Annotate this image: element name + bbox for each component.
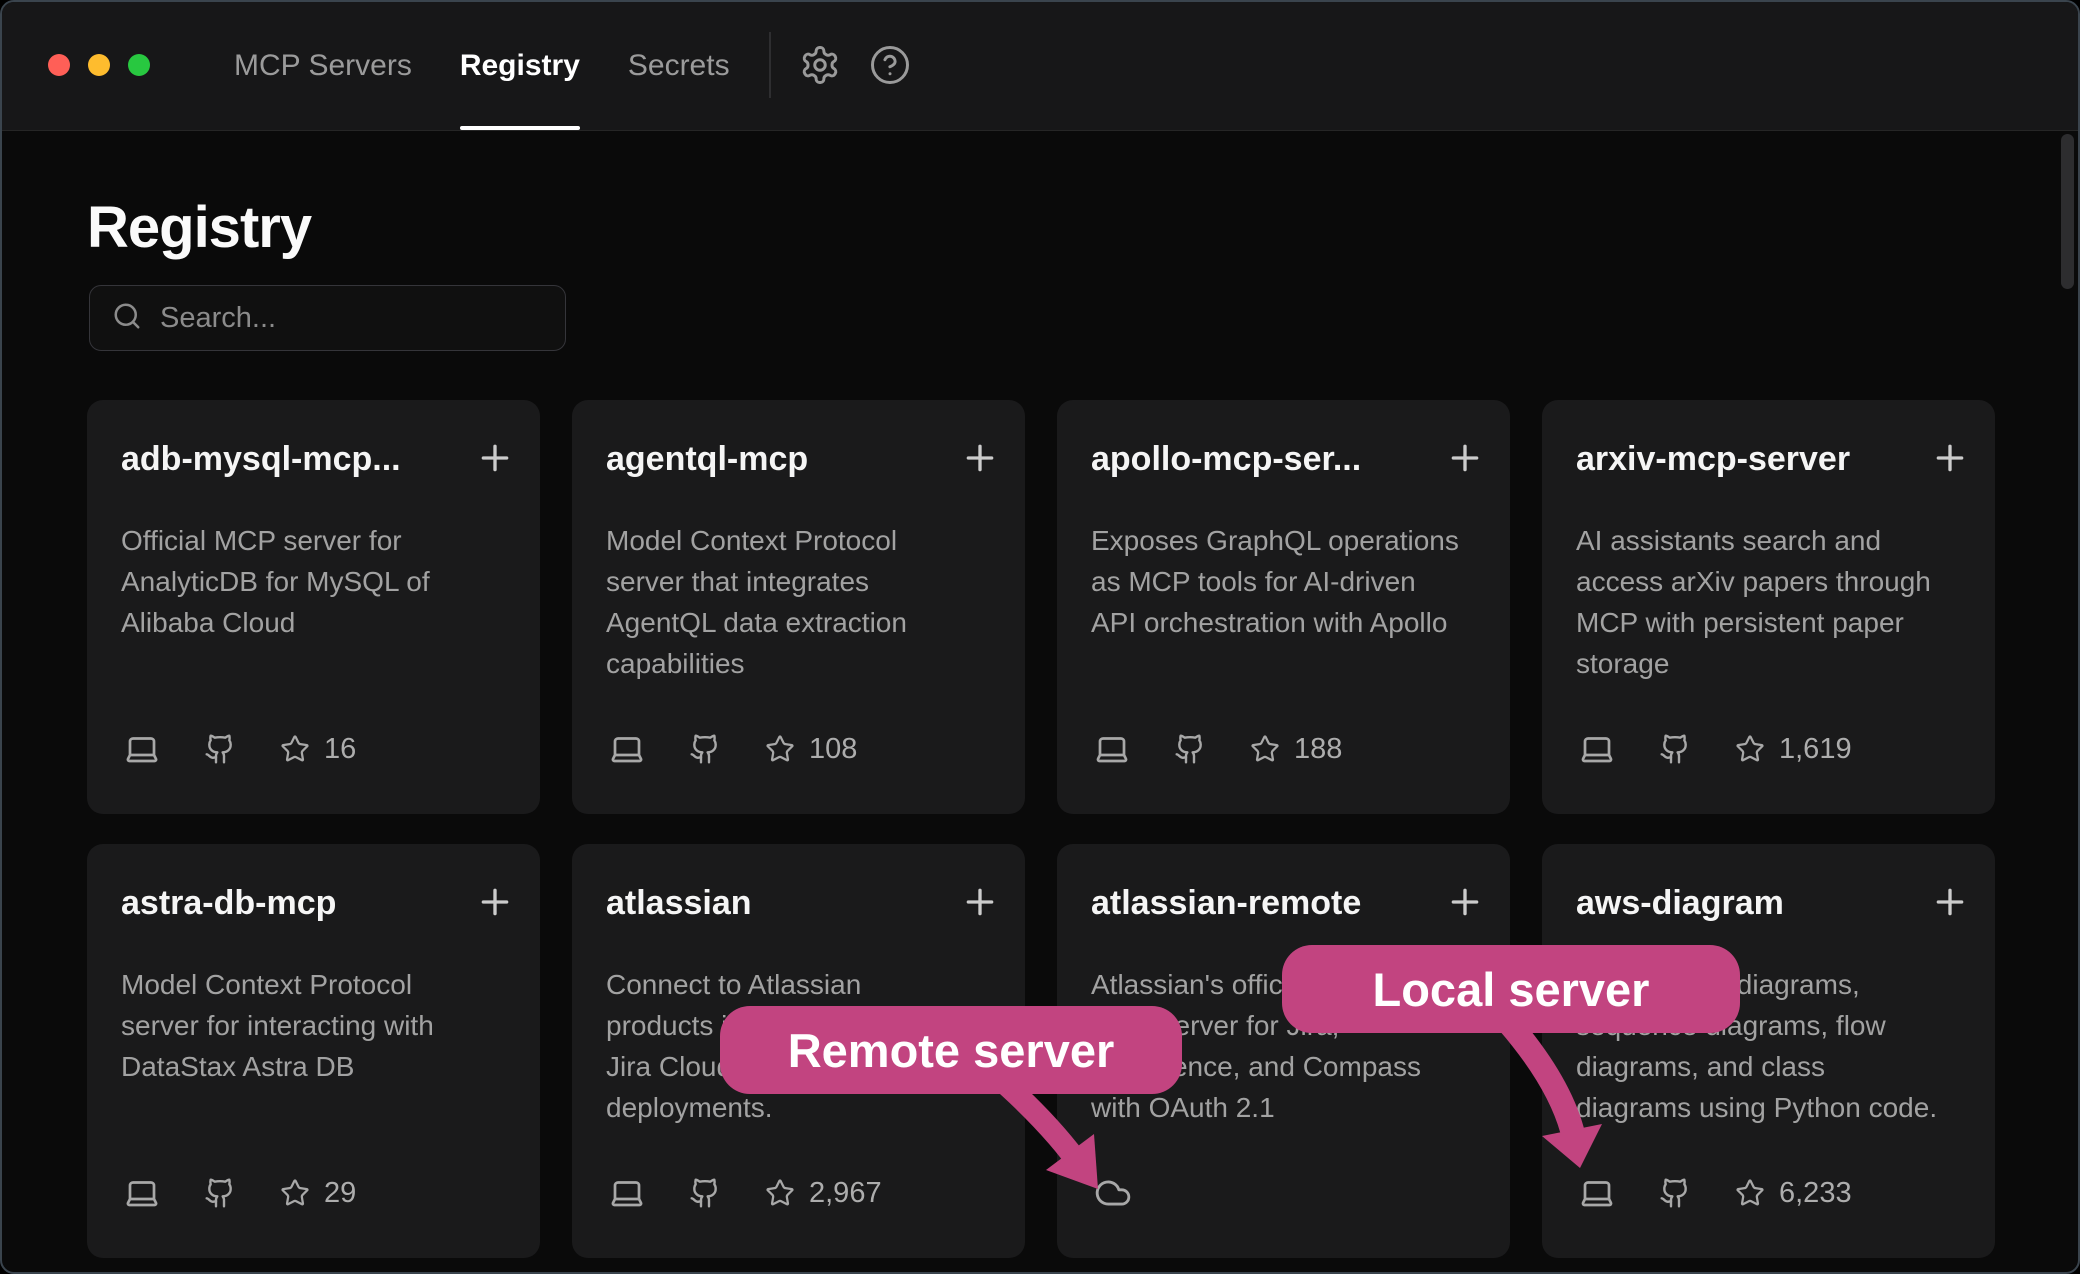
laptop-icon <box>124 1175 160 1211</box>
star-count: 29 <box>324 1177 356 1210</box>
card-description: Model Context Protocol server for intera… <box>121 964 519 1087</box>
plus-icon <box>1445 882 1485 925</box>
gear-icon <box>799 44 841 89</box>
star-icon <box>1735 1178 1765 1208</box>
plus-icon <box>1930 882 1970 925</box>
server-card-apollo-mcp-server[interactable]: apollo-mcp-ser... Exposes GraphQL operat… <box>1057 400 1510 814</box>
star-icon <box>1250 734 1280 764</box>
card-description: Model Context Protocol server that integ… <box>606 520 1004 684</box>
plus-icon <box>960 882 1000 925</box>
minimize-button[interactable] <box>88 54 110 76</box>
help-icon <box>869 44 911 89</box>
add-server-button[interactable] <box>957 436 1003 482</box>
github-icon[interactable] <box>1659 1177 1691 1209</box>
zoom-button[interactable] <box>128 54 150 76</box>
github-icon[interactable] <box>1659 733 1691 765</box>
card-title: agentql-mcp <box>606 440 808 479</box>
add-server-button[interactable] <box>1927 880 1973 926</box>
scrollbar-thumb[interactable] <box>2061 134 2074 289</box>
card-footer: 29 <box>124 1172 356 1214</box>
star-count: 6,233 <box>1779 1177 1852 1210</box>
remote-server-callout-label: Remote server <box>788 1023 1115 1078</box>
titlebar: MCP Servers Registry Secrets <box>2 2 2078 131</box>
star-icon <box>280 1178 310 1208</box>
github-icon[interactable] <box>689 733 721 765</box>
card-description: AI assistants search and access arXiv pa… <box>1576 520 1974 684</box>
add-server-button[interactable] <box>957 880 1003 926</box>
star-count: 16 <box>324 733 356 766</box>
card-footer: 6,233 <box>1579 1172 1852 1214</box>
traffic-lights <box>48 54 150 76</box>
server-card-agentql-mcp[interactable]: agentql-mcp Model Context Protocol serve… <box>572 400 1025 814</box>
server-card-astra-db-mcp[interactable]: astra-db-mcp Model Context Protocol serv… <box>87 844 540 1258</box>
github-icon[interactable] <box>204 733 236 765</box>
add-server-button[interactable] <box>472 880 518 926</box>
server-card-adb-mysql-mcp[interactable]: adb-mysql-mcp... Official MCP server for… <box>87 400 540 814</box>
plus-icon <box>475 438 515 481</box>
close-button[interactable] <box>48 54 70 76</box>
card-title: adb-mysql-mcp... <box>121 440 401 479</box>
card-title: atlassian-remote <box>1091 884 1361 923</box>
server-card-aws-diagram[interactable]: aws-diagram Create AWS diagrams, sequenc… <box>1542 844 1995 1258</box>
laptop-icon <box>1579 1175 1615 1211</box>
help-button[interactable] <box>868 44 912 88</box>
add-server-button[interactable] <box>1442 436 1488 482</box>
titlebar-divider <box>769 32 771 98</box>
star-icon <box>280 734 310 764</box>
star-count: 108 <box>809 733 857 766</box>
star-count: 1,619 <box>1779 733 1852 766</box>
local-server-callout: Local server <box>1282 945 1740 1033</box>
tab-mcp-servers[interactable]: MCP Servers <box>234 2 412 130</box>
star-icon <box>765 734 795 764</box>
laptop-icon <box>609 1175 645 1211</box>
card-description: Official MCP server for AnalyticDB for M… <box>121 520 519 643</box>
card-footer <box>1094 1172 1132 1214</box>
server-card-arxiv-mcp-server[interactable]: arxiv-mcp-server AI assistants search an… <box>1542 400 1995 814</box>
card-description: Exposes GraphQL operations as MCP tools … <box>1091 520 1489 643</box>
laptop-icon <box>124 731 160 767</box>
card-footer: 16 <box>124 728 356 770</box>
search-box <box>89 285 566 351</box>
card-footer: 108 <box>609 728 857 770</box>
tab-secrets[interactable]: Secrets <box>628 2 730 130</box>
card-footer: 1,619 <box>1579 728 1852 770</box>
cloud-icon <box>1094 1174 1132 1212</box>
page-title: Registry <box>87 199 311 257</box>
star-icon <box>765 1178 795 1208</box>
remote-server-callout: Remote server <box>720 1006 1182 1094</box>
card-title: arxiv-mcp-server <box>1576 440 1850 479</box>
plus-icon <box>475 882 515 925</box>
star-count: 188 <box>1294 733 1342 766</box>
github-icon[interactable] <box>1174 733 1206 765</box>
nav-tabs: MCP Servers Registry Secrets <box>234 2 730 130</box>
local-server-callout-label: Local server <box>1373 962 1650 1017</box>
plus-icon <box>1445 438 1485 481</box>
laptop-icon <box>609 731 645 767</box>
plus-icon <box>960 438 1000 481</box>
star-icon <box>1735 734 1765 764</box>
settings-button[interactable] <box>798 44 842 88</box>
card-footer: 188 <box>1094 728 1342 770</box>
add-server-button[interactable] <box>472 436 518 482</box>
registry-card-grid: adb-mysql-mcp... Official MCP server for… <box>87 400 1995 1258</box>
tab-registry[interactable]: Registry <box>460 2 580 130</box>
laptop-icon <box>1094 731 1130 767</box>
add-server-button[interactable] <box>1442 880 1488 926</box>
github-icon[interactable] <box>204 1177 236 1209</box>
search-input[interactable] <box>158 301 543 336</box>
github-icon[interactable] <box>689 1177 721 1209</box>
card-title: astra-db-mcp <box>121 884 336 923</box>
card-title: apollo-mcp-ser... <box>1091 440 1361 479</box>
add-server-button[interactable] <box>1927 436 1973 482</box>
laptop-icon <box>1579 731 1615 767</box>
card-footer: 2,967 <box>609 1172 882 1214</box>
app-window: MCP Servers Registry Secrets <box>0 0 2080 1274</box>
card-title: atlassian <box>606 884 752 923</box>
card-title: aws-diagram <box>1576 884 1784 923</box>
plus-icon <box>1930 438 1970 481</box>
star-count: 2,967 <box>809 1177 882 1210</box>
search-icon <box>112 301 142 336</box>
